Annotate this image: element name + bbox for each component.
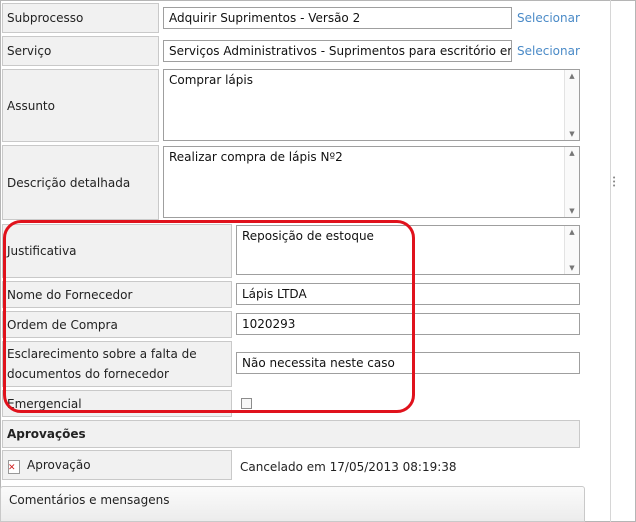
scroll-down-icon[interactable]: ▼ bbox=[565, 264, 579, 272]
subprocesso-input[interactable]: Adquirir Suprimentos - Versão 2 bbox=[163, 7, 512, 29]
servico-select-link[interactable]: Selecionar bbox=[517, 44, 580, 58]
justificativa-value: Reposição de estoque bbox=[242, 229, 374, 243]
ordem-input[interactable]: 1020293 bbox=[236, 313, 580, 335]
subprocesso-label-text: Subprocesso bbox=[7, 11, 84, 25]
splitter-grip-icon[interactable]: • • • bbox=[612, 175, 617, 190]
assunto-label: Assunto bbox=[2, 69, 159, 142]
aprovacoes-section-header: Aprovações bbox=[2, 420, 580, 448]
emergencial-label: Emergencial bbox=[2, 390, 232, 417]
ordem-label: Ordem de Compra bbox=[2, 311, 232, 338]
scroll-down-icon[interactable]: ▼ bbox=[565, 207, 579, 215]
descricao-scrollbar[interactable]: ▲ ▼ bbox=[564, 147, 579, 217]
esclarecimento-label-line1: Esclarecimento sobre a falta de bbox=[7, 347, 197, 361]
cancelled-document-icon bbox=[8, 460, 20, 474]
aprovacao-status: Cancelado em 17/05/2013 08:19:38 bbox=[240, 460, 457, 474]
esclarecimento-label: Esclarecimento sobre a falta de document… bbox=[2, 341, 232, 387]
ordem-label-text: Ordem de Compra bbox=[7, 317, 118, 332]
justificativa-scrollbar[interactable]: ▲ ▼ bbox=[564, 226, 579, 274]
descricao-label-text: Descrição detalhada bbox=[7, 175, 131, 190]
scroll-up-icon[interactable]: ▲ bbox=[565, 72, 579, 80]
assunto-value: Comprar lápis bbox=[169, 73, 253, 87]
descricao-textarea[interactable]: Realizar compra de lápis Nº2 ▲ ▼ bbox=[163, 146, 580, 218]
esclarecimento-input[interactable]: Não necessita neste caso bbox=[236, 352, 580, 374]
emergencial-checkbox[interactable] bbox=[241, 398, 252, 409]
servico-input[interactable]: Serviços Administrativos - Suprimentos p… bbox=[163, 40, 512, 62]
justificativa-label: Justificativa bbox=[2, 224, 232, 278]
assunto-label-text: Assunto bbox=[7, 98, 55, 113]
panel-splitter[interactable] bbox=[610, 0, 611, 522]
servico-label: Serviço bbox=[2, 36, 159, 66]
scroll-up-icon[interactable]: ▲ bbox=[565, 149, 579, 157]
descricao-label: Descrição detalhada bbox=[2, 145, 159, 220]
descricao-value: Realizar compra de lápis Nº2 bbox=[169, 150, 343, 164]
subprocesso-select-link[interactable]: Selecionar bbox=[517, 11, 580, 25]
aprovacoes-title: Aprovações bbox=[7, 427, 86, 441]
aprovacao-label[interactable]: Aprovação bbox=[2, 450, 232, 480]
emergencial-label-text: Emergencial bbox=[7, 396, 82, 411]
fornecedor-label-text: Nome do Fornecedor bbox=[7, 287, 133, 302]
servico-label-text: Serviço bbox=[7, 44, 52, 58]
justificativa-textarea[interactable]: Reposição de estoque ▲ ▼ bbox=[236, 225, 580, 275]
scroll-up-icon[interactable]: ▲ bbox=[565, 228, 579, 236]
subprocesso-label: Subprocesso bbox=[2, 3, 159, 33]
fornecedor-label: Nome do Fornecedor bbox=[2, 281, 232, 308]
assunto-scrollbar[interactable]: ▲ ▼ bbox=[564, 70, 579, 140]
comentarios-title: Comentários e mensagens bbox=[9, 493, 170, 507]
justificativa-label-text: Justificativa bbox=[7, 244, 77, 258]
scroll-down-icon[interactable]: ▼ bbox=[565, 130, 579, 138]
assunto-textarea[interactable]: Comprar lápis ▲ ▼ bbox=[163, 69, 580, 141]
esclarecimento-label-line2: documentos do fornecedor bbox=[7, 367, 169, 381]
comentarios-panel-header[interactable]: Comentários e mensagens bbox=[0, 486, 585, 522]
fornecedor-input[interactable]: Lápis LTDA bbox=[236, 283, 580, 305]
aprovacao-label-text: Aprovação bbox=[27, 458, 91, 472]
